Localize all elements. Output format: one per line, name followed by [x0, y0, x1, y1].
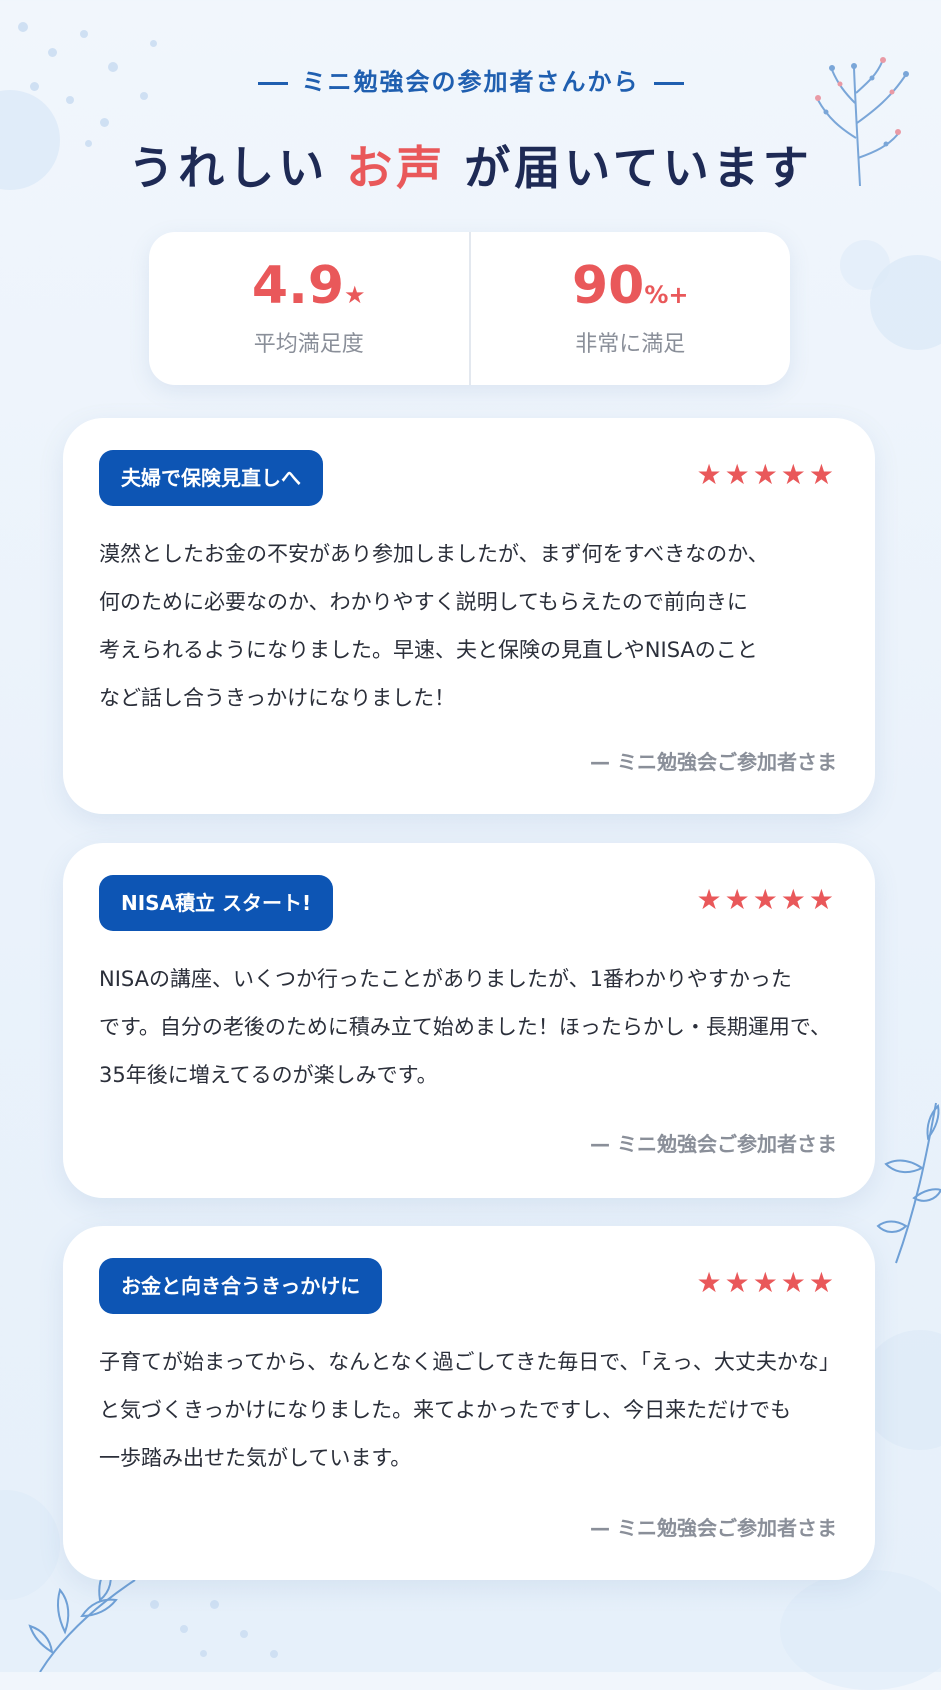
stat-label: 非常に満足	[575, 331, 686, 357]
eyebrow-text: ミニ勉強会の参加者さんから	[301, 68, 640, 96]
review-tag: NISA積立 スタート!	[99, 875, 334, 931]
title-post: が届いています	[464, 141, 813, 195]
review-line: など話し合うきっかけになりました！	[99, 686, 456, 710]
stat-value: 4.9	[251, 255, 345, 316]
stat-value: 90	[571, 255, 645, 316]
section-eyebrow: ミニ勉強会の参加者さんから	[0, 62, 941, 97]
review-line: 子育てが始まってから、なんとなく過ごしてきた毎日で、「えっ、大丈夫かな」	[99, 1350, 840, 1374]
stat-very-satisfied: 90%+ 非常に満足	[468, 232, 791, 385]
eyebrow-line-right	[653, 81, 684, 85]
star-icon: ★★★★★	[696, 883, 837, 916]
stat-suffix: %+	[644, 280, 689, 309]
star-icon: ★	[344, 280, 366, 309]
leaf-icon	[876, 1102, 941, 1264]
stats-panel: 4.9★ 平均満足度 90%+ 非常に満足	[149, 232, 790, 385]
stat-label: 平均満足度	[253, 331, 364, 357]
review-signature: — ミニ勉強会ご参加者さま	[590, 1132, 837, 1156]
review-card: お金と向き合うきっかけに ★★★★★ 子育てが始まってから、なんとなく過ごしてき…	[63, 1226, 875, 1580]
review-line: 一歩踏み出せた気がしています。	[99, 1446, 412, 1470]
review-line: 漠然としたお金の不安があり参加しましたが、まず何をすべきなのか、	[99, 542, 769, 566]
review-card: 夫婦で保険見直しへ ★★★★★ 漠然としたお金の不安があり参加しましたが、まず何…	[63, 418, 875, 814]
title-highlight: お声	[346, 141, 447, 195]
eyebrow-line-left	[257, 81, 288, 85]
review-tag: 夫婦で保険見直しへ	[99, 450, 323, 506]
review-text: 漠然としたお金の不安があり参加しましたが、まず何をすべきなのか、 何のために必要…	[99, 530, 844, 722]
review-text: NISAの講座、いくつか行ったことがありましたが、1番わかりやすかった です。自…	[99, 955, 844, 1099]
review-line: NISAの講座、いくつか行ったことがありましたが、1番わかりやすかった	[99, 967, 792, 991]
title-pre: うれしい	[128, 141, 329, 195]
review-signature: — ミニ勉強会ご参加者さま	[590, 750, 837, 774]
page-title: うれしい お声 が届いています	[0, 132, 941, 198]
review-card: NISA積立 スタート! ★★★★★ NISAの講座、いくつか行ったことがありま…	[63, 843, 875, 1198]
review-line: 35年後に増えてるのが楽しみです。	[99, 1063, 438, 1087]
review-line: 何のために必要なのか、わかりやすく説明してもらえたので前向きに	[99, 590, 748, 614]
review-signature: — ミニ勉強会ご参加者さま	[590, 1516, 837, 1540]
review-line: です。自分の老後のために積み立て始めました！ほったらかし・長期運用で、	[99, 1015, 832, 1039]
star-icon: ★★★★★	[696, 1266, 837, 1299]
review-line: 考えられるようになりました。早速、夫と保険の見直しやNISAのこと	[99, 638, 758, 662]
review-text: 子育てが始まってから、なんとなく過ごしてきた毎日で、「えっ、大丈夫かな」 と気づ…	[99, 1338, 844, 1482]
review-line: と気づくきっかけになりました。来てよかったですし、今日来ただけでも	[99, 1398, 792, 1422]
review-tag: お金と向き合うきっかけに	[99, 1258, 383, 1314]
star-icon: ★★★★★	[696, 458, 837, 491]
stat-average-satisfaction: 4.9★ 平均満足度	[149, 232, 469, 385]
